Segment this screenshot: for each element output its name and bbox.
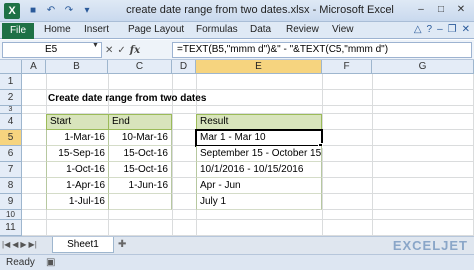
enter-icon[interactable]: ✓ [117,45,125,56]
formula-buttons: ✕ ✓ fx [105,42,155,58]
tab-review[interactable]: Review [286,24,319,35]
result-cell[interactable]: Apr - Jun [196,178,322,194]
end-cell[interactable]: 1-Jun-16 [108,178,172,194]
row-header-10[interactable]: 10 [0,210,22,220]
tab-file[interactable]: File [2,23,34,39]
gridline [22,219,474,220]
title-bar: X ■ ↶ ↷ ▾ create date range from two dat… [0,0,474,22]
row-header-3[interactable]: 3 [0,106,22,114]
undo-icon[interactable]: ↶ [44,4,58,18]
end-cell[interactable] [108,194,172,210]
column-header-f[interactable]: F [322,60,372,74]
start-cell[interactable]: 1-Mar-16 [46,130,109,146]
last-sheet-icon[interactable]: ▶| [29,240,37,249]
row-header-9[interactable]: 9 [0,194,22,210]
cancel-icon[interactable]: ✕ [105,45,113,56]
first-sheet-icon[interactable]: |◀ [2,240,10,249]
prev-sheet-icon[interactable]: ◀ [12,240,18,249]
minimize-ribbon-icon[interactable]: △ [414,24,422,35]
exceljet-watermark: EXCELJET [392,238,468,253]
sheet-tab-bar: |◀ ◀ ▶ ▶| Sheet1 ✚ EXCELJET [0,236,474,254]
insert-sheet-icon[interactable]: ✚ [118,239,126,250]
tab-formulas[interactable]: Formulas [196,24,238,35]
ribbon-right-icons: △ ? – ❐ ✕ [414,24,470,35]
row-header-11[interactable]: 11 [0,220,22,236]
select-all-corner[interactable] [0,60,22,74]
row-header-6[interactable]: 6 [0,146,22,162]
column-header-d[interactable]: D [172,60,196,74]
gridline [22,89,474,90]
tab-home[interactable]: Home [44,24,71,35]
window-close-icon[interactable]: ✕ [462,24,470,35]
excel-logo-icon[interactable]: X [4,3,20,19]
macro-record-icon[interactable]: ▣ [46,257,55,268]
insert-function-icon[interactable]: fx [130,45,140,56]
window-controls: – □ ✕ [412,2,470,18]
column-header-a[interactable]: A [22,60,46,74]
formula-input[interactable]: =TEXT(B5,"mmm d")&" - "&TEXT(C5,"mmm d") [172,42,472,58]
window-title: create date range from two dates.xlsx - … [126,4,394,16]
row-header-1[interactable]: 1 [0,74,22,90]
end-cell[interactable]: 10-Mar-16 [108,130,172,146]
result-cell[interactable]: July 1 [196,194,322,210]
sheet-title[interactable]: Create date range from two dates [48,91,206,107]
window-restore-icon[interactable]: ❐ [448,24,457,35]
name-box[interactable]: E5 [2,42,102,58]
end-cell[interactable]: 15-Oct-16 [108,146,172,162]
gridline [322,74,323,236]
end-cell[interactable]: 15-Oct-16 [108,162,172,178]
row-header-4[interactable]: 4 [0,114,22,130]
maximize-button[interactable]: □ [432,2,450,18]
status-bar: Ready ▣ [0,254,474,270]
worksheet-grid: A B C D E F G 1 2 3 4 5 6 7 8 9 10 11 Cr… [0,60,474,236]
sheet-navigation: |◀ ◀ ▶ ▶| [2,240,37,249]
result-header[interactable]: Result [196,114,322,130]
help-icon[interactable]: ? [427,24,433,35]
start-cell[interactable]: 1-Oct-16 [46,162,109,178]
tab-page-layout[interactable]: Page Layout [128,24,184,35]
row-header-5[interactable]: 5 [0,130,22,146]
result-cell-selected[interactable]: Mar 1 - Mar 10 [195,129,323,147]
column-header-g[interactable]: G [372,60,474,74]
start-cell[interactable]: 1-Apr-16 [46,178,109,194]
sheet-tab-sheet1[interactable]: Sheet1 [52,237,114,253]
window-minimize-icon[interactable]: – [437,24,443,35]
customize-toolbar-icon[interactable]: ▾ [80,4,94,18]
start-header[interactable]: Start [46,114,109,130]
start-cell[interactable]: 15-Sep-16 [46,146,109,162]
start-cell[interactable]: 1-Jul-16 [46,194,109,210]
gridline [372,74,373,236]
row-header-2[interactable]: 2 [0,90,22,106]
column-header-b[interactable]: B [46,60,108,74]
column-header-c[interactable]: C [108,60,172,74]
minimize-button[interactable]: – [412,2,430,18]
tab-insert[interactable]: Insert [84,24,109,35]
result-cell[interactable]: 10/1/2016 - 10/15/2016 [196,162,322,178]
status-text: Ready [6,257,35,268]
save-icon[interactable]: ■ [26,4,40,18]
redo-icon[interactable]: ↷ [62,4,76,18]
result-cell[interactable]: September 15 - October 15 [196,146,322,162]
quick-access-toolbar: ■ ↶ ↷ ▾ [26,3,94,19]
close-button[interactable]: ✕ [452,2,470,18]
name-box-dropdown-icon[interactable]: ▼ [92,42,99,49]
formula-bar: E5 ▼ ✕ ✓ fx =TEXT(B5,"mmm d")&" - "&TEXT… [0,40,474,60]
end-header[interactable]: End [108,114,172,130]
tab-view[interactable]: View [332,24,354,35]
tab-data[interactable]: Data [250,24,271,35]
column-header-e[interactable]: E [196,60,322,74]
next-sheet-icon[interactable]: ▶ [20,240,26,249]
row-header-8[interactable]: 8 [0,178,22,194]
ribbon-tabs: File Home Insert Page Layout Formulas Da… [0,22,474,39]
row-header-7[interactable]: 7 [0,162,22,178]
